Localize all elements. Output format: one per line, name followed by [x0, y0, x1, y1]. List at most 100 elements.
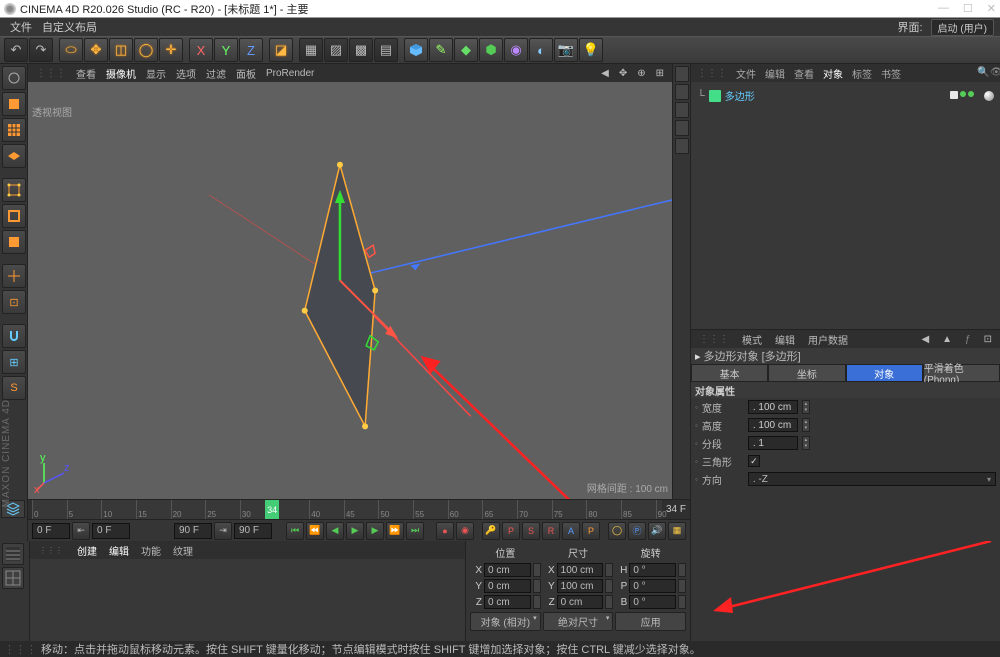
pos-x[interactable]: 0 cm — [484, 563, 531, 577]
direction-dropdown[interactable]: . -Z — [748, 472, 996, 486]
autokey[interactable]: ◉ — [456, 522, 474, 540]
scale-key[interactable]: S — [522, 522, 540, 540]
pen-tool[interactable]: ✎ — [429, 38, 453, 62]
prev-key[interactable]: ⏪ — [306, 522, 324, 540]
enable-axis[interactable] — [2, 264, 26, 288]
pos-y[interactable]: 0 cm — [484, 579, 531, 593]
param-key[interactable]: A — [562, 522, 580, 540]
interface-select[interactable]: 启动 (用户) — [931, 19, 994, 36]
coord-system[interactable]: ◪ — [269, 38, 293, 62]
mtab-edit[interactable]: 编辑 — [104, 543, 134, 558]
pos-z[interactable]: 0 cm — [484, 595, 531, 609]
btn-sound[interactable]: 🔊 — [648, 522, 666, 540]
seg-stepper[interactable]: ▴▾ — [802, 436, 810, 450]
texture-mode[interactable] — [2, 118, 26, 142]
vmenu-camera[interactable]: 摄像机 — [102, 66, 140, 81]
edges-mode[interactable] — [2, 204, 26, 228]
move-tool[interactable]: ✥ — [84, 38, 108, 62]
material-icon[interactable] — [2, 543, 24, 565]
cube-primitive[interactable] — [404, 38, 428, 62]
omtab-edit[interactable]: 编辑 — [761, 66, 789, 81]
omtab-object[interactable]: 对象 — [819, 66, 847, 81]
height-input[interactable]: . 100 cm — [748, 418, 798, 432]
omtab-bookmark[interactable]: 书签 — [877, 66, 905, 81]
render-picture[interactable]: ▩ — [349, 38, 373, 62]
btn-p[interactable]: Ⓟ — [628, 522, 646, 540]
subtab-phong[interactable]: 平滑着色(Phong) — [923, 364, 1000, 382]
next-key[interactable]: ⏭ — [406, 522, 424, 540]
rotate-tool[interactable]: ◯ — [134, 38, 158, 62]
last-tool[interactable]: ✛ — [159, 38, 183, 62]
height-stepper[interactable]: ▴▾ — [802, 418, 810, 432]
rtool-1[interactable] — [675, 66, 689, 82]
keysel-icon[interactable]: 🔑 — [482, 522, 500, 540]
minimize-button[interactable]: — — [938, 2, 949, 15]
record-key[interactable]: ● — [436, 522, 454, 540]
maximize-button[interactable]: ☐ — [963, 2, 973, 15]
axis-widget[interactable]: y z x — [34, 453, 74, 493]
timeline[interactable]: 0 5 10 15 20 25 30 34 40 45 50 55 60 65 … — [28, 499, 690, 519]
goto-start[interactable]: ⏮ — [286, 522, 304, 540]
size-z[interactable]: 0 cm — [557, 595, 604, 609]
omtab-file[interactable]: 文件 — [732, 66, 760, 81]
amtab-mode[interactable]: 模式 — [736, 332, 768, 347]
pla-key[interactable]: P — [582, 522, 600, 540]
grid-icon[interactable] — [2, 567, 24, 589]
camera-button[interactable]: 📷 — [554, 38, 578, 62]
generator-button[interactable]: ⬢ — [479, 38, 503, 62]
mtab-func[interactable]: 功能 — [136, 543, 166, 558]
environment-button[interactable]: ◐ — [529, 38, 553, 62]
material-area[interactable] — [30, 559, 465, 641]
size-x[interactable]: 100 cm — [557, 563, 604, 577]
snap-settings[interactable]: ⊞ — [2, 350, 26, 374]
make-editable-tool[interactable] — [2, 66, 26, 90]
btn-circle[interactable]: ◯ — [608, 522, 626, 540]
menu-custom-layout[interactable]: 自定义布局 — [38, 19, 101, 35]
apply-button[interactable]: 应用 — [615, 612, 686, 631]
nurbs-button[interactable]: ◆ — [454, 38, 478, 62]
frame-start[interactable]: 0 F — [32, 523, 70, 539]
play-back[interactable]: ▶ — [346, 522, 364, 540]
triangle-checkbox[interactable]: ✓ — [748, 455, 760, 467]
rtool-4[interactable] — [675, 120, 689, 136]
frame-end[interactable]: 90 F — [174, 523, 212, 539]
vis-dot2[interactable] — [968, 91, 974, 97]
playhead[interactable]: 34 — [265, 500, 279, 519]
undo-button[interactable]: ↶ — [4, 38, 28, 62]
workplane-tool[interactable]: S — [2, 376, 26, 400]
rot-b[interactable]: 0 ° — [629, 595, 676, 609]
size-mode[interactable]: 绝对尺寸 — [543, 612, 614, 631]
vmenu-view[interactable]: 查看 — [72, 66, 100, 81]
search-icon[interactable]: 🔍 — [973, 67, 985, 79]
vmenu-nav1[interactable]: ◀ — [597, 68, 613, 79]
viewport-canvas[interactable]: 透视视图 — [28, 82, 672, 499]
vmenu-nav2[interactable]: ✥ — [615, 68, 631, 79]
render-settings[interactable]: ▤ — [374, 38, 398, 62]
rtool-3[interactable] — [675, 102, 689, 118]
vmenu-filter[interactable]: 过滤 — [202, 66, 230, 81]
next-frame[interactable]: ⏩ — [386, 522, 404, 540]
width-input[interactable]: . 100 cm — [748, 400, 798, 414]
redo-button[interactable]: ↷ — [29, 38, 53, 62]
eye-icon[interactable]: 👁 — [986, 67, 998, 79]
phong-tag-icon[interactable] — [984, 91, 994, 101]
vis-render-dot[interactable] — [960, 91, 966, 97]
y-axis-lock[interactable]: Y — [214, 38, 238, 62]
vmenu-prorender[interactable]: ProRender — [262, 68, 318, 79]
amtab-prev[interactable]: ◀ — [915, 334, 935, 345]
size-y[interactable]: 100 cm — [557, 579, 604, 593]
amtab-up[interactable]: ▲ — [936, 334, 958, 345]
rot-key[interactable]: R — [542, 522, 560, 540]
pos-key[interactable]: P — [502, 522, 520, 540]
tree-item-polygon[interactable]: └ 多边形 — [695, 86, 996, 105]
vmenu-display[interactable]: 显示 — [142, 66, 170, 81]
z-axis-lock[interactable]: Z — [239, 38, 263, 62]
workplane-mode[interactable] — [2, 144, 26, 168]
vmenu-nav3[interactable]: ⊕ — [633, 68, 649, 79]
amtab-edit[interactable]: 编辑 — [769, 332, 801, 347]
object-tree[interactable]: └ 多边形 — [691, 82, 1000, 330]
omtab-tag[interactable]: 标签 — [848, 66, 876, 81]
menu-file[interactable]: 文件 — [6, 19, 36, 35]
amtab-userdata[interactable]: 用户数据 — [802, 332, 854, 347]
amtab-fn[interactable]: ƒ — [959, 334, 977, 345]
